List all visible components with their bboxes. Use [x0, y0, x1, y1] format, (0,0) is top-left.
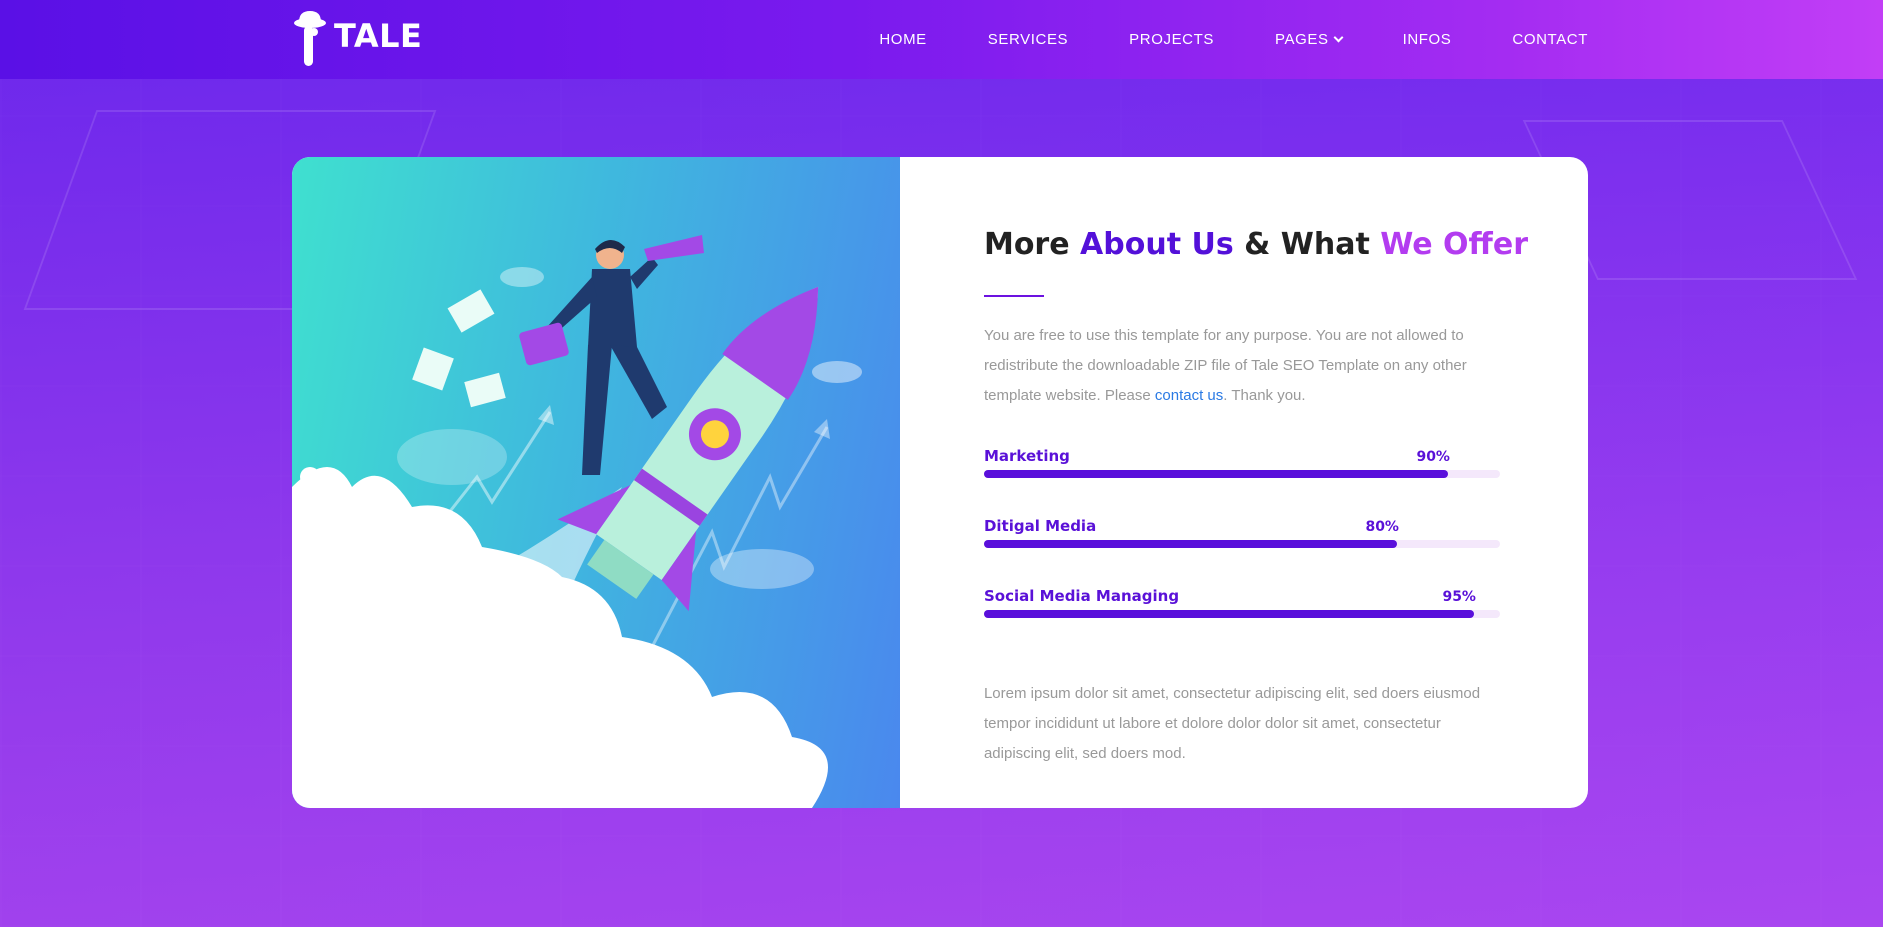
- section-heading: More About Us & What We Offer: [984, 223, 1528, 267]
- heading-text: & What: [1233, 227, 1381, 262]
- intro-paragraph: You are free to use this template for an…: [984, 321, 1499, 411]
- nav-label: INFOS: [1402, 31, 1452, 48]
- brand-logo[interactable]: TALE: [290, 8, 422, 70]
- hat-logo-icon: [290, 8, 330, 70]
- progress-fill: [983, 470, 1448, 478]
- heading-highlight: About Us: [1080, 227, 1234, 262]
- heading-divider: [983, 295, 1044, 297]
- heading-text: More: [983, 227, 1081, 262]
- progress-track: [983, 470, 1500, 478]
- progress-track: [983, 540, 1500, 548]
- skill-name: Ditigal Media: [983, 517, 1097, 535]
- heading-highlight: We Offer: [1380, 227, 1528, 262]
- skill-item: Marketing 90%: [983, 447, 1500, 517]
- skill-percent: 95%: [1442, 589, 1476, 605]
- about-content: More About Us & What We Offer You are fr…: [900, 157, 1588, 808]
- rocket-businessman-illustration: [292, 235, 862, 808]
- nav-label: PROJECTS: [1129, 31, 1214, 48]
- progress-fill: [983, 540, 1397, 548]
- nav-projects[interactable]: PROJECTS: [1129, 31, 1214, 48]
- site-header: TALE HOME SERVICES PROJECTS PAGES INFOS …: [0, 0, 1883, 79]
- skill-name: Social Media Managing: [983, 587, 1180, 605]
- nav-pages[interactable]: PAGES: [1274, 31, 1344, 48]
- main-nav: HOME SERVICES PROJECTS PAGES INFOS CONTA…: [879, 0, 1588, 79]
- progress-track: [983, 610, 1500, 618]
- nav-services[interactable]: SERVICES: [988, 31, 1068, 48]
- progress-fill: [983, 610, 1474, 618]
- contact-us-link[interactable]: contact us: [1155, 387, 1223, 404]
- nav-label: SERVICES: [987, 31, 1069, 48]
- about-card: More About Us & What We Offer You are fr…: [292, 157, 1588, 808]
- rocket-illustration-panel: [292, 157, 900, 808]
- nav-home[interactable]: HOME: [879, 31, 926, 48]
- skill-percent: 90%: [1416, 449, 1450, 465]
- nav-label: HOME: [879, 31, 927, 48]
- brand-name: TALE: [334, 17, 423, 55]
- nav-infos[interactable]: INFOS: [1403, 31, 1452, 48]
- skill-item: Ditigal Media 80%: [983, 517, 1500, 587]
- skill-item: Social Media Managing 95%: [983, 587, 1500, 657]
- footer-paragraph: Lorem ipsum dolor sit amet, consectetur …: [983, 685, 1481, 762]
- skills-list: Marketing 90% Ditigal Media 80% Social M…: [983, 447, 1500, 657]
- skill-percent: 80%: [1365, 519, 1399, 535]
- nav-contact[interactable]: CONTACT: [1512, 31, 1588, 48]
- chevron-down-icon: [1333, 32, 1344, 43]
- nav-label: PAGES: [1274, 31, 1329, 48]
- intro-text: . Thank you.: [1223, 387, 1306, 404]
- skill-name: Marketing: [983, 447, 1070, 465]
- nav-label: CONTACT: [1512, 31, 1588, 48]
